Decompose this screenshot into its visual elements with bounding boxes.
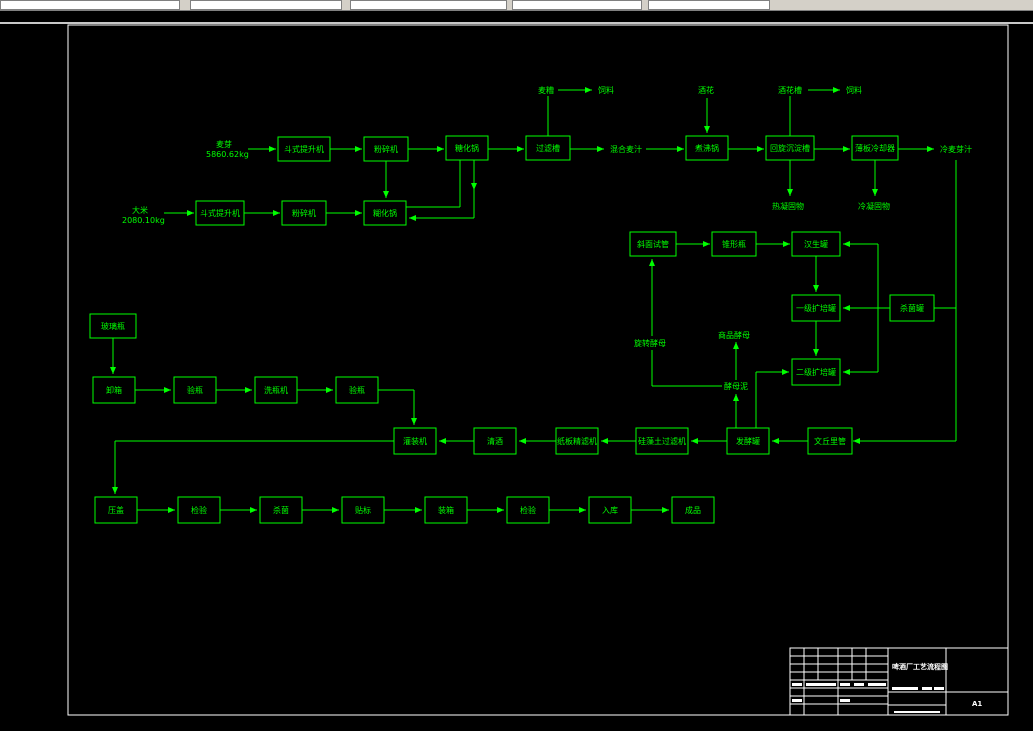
node-inspection-1-label: 检验: [191, 505, 207, 515]
node-slant-tube-label: 斜面试管: [637, 239, 669, 249]
node-cereal-cooker-label: 糊化锅: [373, 208, 397, 218]
label-cold-trub: 冷凝固物: [858, 201, 890, 211]
node-pasteurize-label: 杀菌: [273, 505, 289, 515]
label-maiya: 麦芽: [216, 139, 232, 149]
node-lauter-tun-label: 过滤槽: [536, 143, 560, 153]
node-casing-label: 装箱: [438, 505, 454, 515]
process-flow-diagram[interactable]: 麦芽 5860.62kg 斗式提升机 粉碎机 糖化锅 过滤槽 麦糟 饲料 混合麦…: [0, 0, 1033, 731]
label-feed-2: 饲料: [846, 85, 862, 95]
label-feed-1: 饲料: [598, 85, 614, 95]
node-glass-bottle-label: 玻璃瓶: [101, 321, 125, 331]
node-conical-flask-label: 锥形瓶: [722, 239, 746, 249]
node-hansen-tank-label: 汉生罐: [804, 239, 828, 249]
node-inspection-2-label: 检验: [520, 505, 536, 515]
node-finished-product-label: 成品: [685, 505, 701, 515]
node-sterilizer-tank-label: 杀菌罐: [900, 303, 924, 313]
label-mixed-wort: 混合麦汁: [610, 144, 642, 154]
node-unpack-label: 卸箱: [106, 385, 122, 395]
label-cold-wort: 冷麦芽汁: [940, 144, 972, 154]
node-diatomite-filter-label: 硅藻土过滤机: [638, 436, 686, 446]
node-bucket-elevator-1-label: 斗式提升机: [284, 144, 324, 154]
node-bucket-elevator-2-label: 斗式提升机: [200, 208, 240, 218]
node-mill-1-label: 粉碎机: [374, 144, 398, 154]
node-labeling-label: 贴标: [355, 505, 371, 515]
label-spent-grain: 麦糟: [538, 85, 554, 95]
node-filler-label: 灌装机: [403, 436, 427, 446]
node-first-propagation-label: 一级扩培罐: [796, 303, 836, 313]
label-yeast-slurry: 酵母泥: [724, 382, 748, 391]
node-plate-cooler-label: 薄板冷却器: [855, 143, 895, 153]
title-block-title: 啤酒厂工艺流程图: [892, 662, 948, 671]
label-hop-tank: 酒花槽: [778, 85, 802, 95]
title-block-number: A1: [972, 700, 982, 708]
node-boiling-kettle-label: 煮沸锅: [695, 143, 719, 153]
node-whirlpool-label: 回旋沉淀槽: [770, 143, 810, 153]
label-hot-trub: 热凝固物: [772, 201, 804, 211]
node-mill-2-label: 粉碎机: [292, 208, 316, 218]
node-bottle-washer-label: 洗瓶机: [264, 385, 288, 395]
label-commercial-yeast: 商品酵母: [718, 330, 750, 340]
node-sheet-filter-label: 纸板精滤机: [557, 436, 597, 446]
drawing-frame: [67, 24, 1009, 716]
label-maiya-weight: 5860.62kg: [206, 150, 249, 159]
title-block: 啤酒厂工艺流程图 A1: [789, 647, 1009, 716]
node-fermenter-label: 发酵罐: [736, 436, 760, 446]
node-bright-beer-label: 清酒: [487, 436, 503, 446]
node-venturi-tube-label: 文丘里管: [814, 436, 846, 446]
label-hops: 酒花: [698, 85, 714, 95]
label-dami-weight: 2080.10kg: [122, 216, 165, 225]
node-bottle-inspect-2-label: 验瓶: [349, 385, 365, 395]
label-dami: 大米: [132, 205, 148, 215]
label-rotating-yeast: 旋转酵母: [634, 338, 666, 348]
node-second-propagation-label: 二级扩培罐: [796, 367, 836, 377]
node-capping-label: 压盖: [108, 505, 124, 515]
node-bottle-inspect-1-label: 验瓶: [187, 385, 203, 395]
node-mash-tun-label: 糖化锅: [455, 143, 479, 153]
node-warehouse-label: 入库: [602, 505, 618, 515]
